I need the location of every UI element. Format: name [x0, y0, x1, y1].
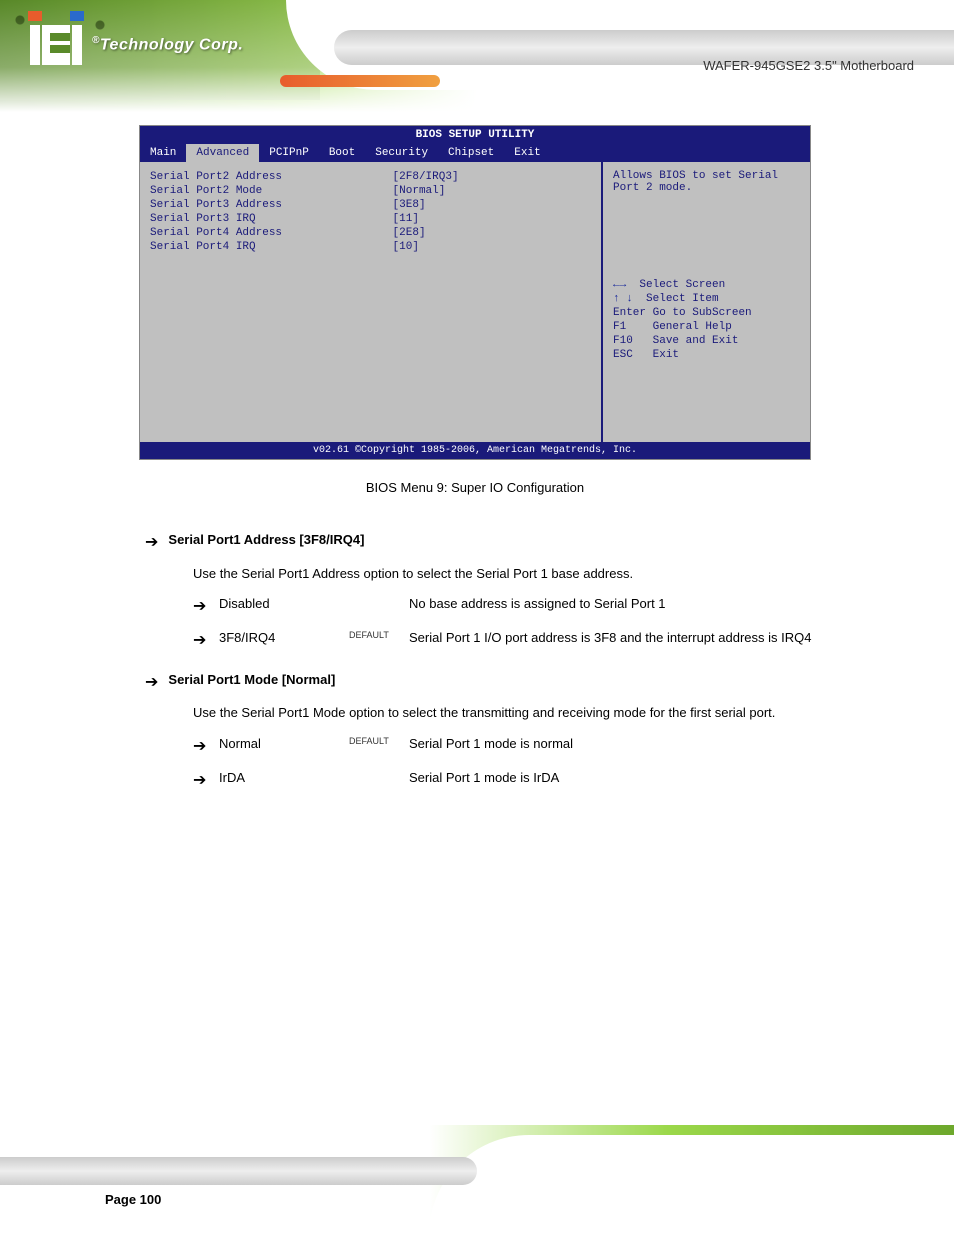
key-desc: Save and Exit	[653, 335, 739, 347]
option-value-row: ➔ Disabled No base address is assigned t…	[193, 594, 874, 620]
option-default-tag: DEFAULT	[349, 628, 399, 642]
key-desc: Select Item	[646, 293, 719, 305]
bullet-arrow-icon: ➔	[193, 628, 209, 654]
key-hint: ESC Exit	[613, 349, 800, 361]
option-heading: ➔ Serial Port1 Address [3F8/IRQ4]	[145, 530, 874, 556]
setting-row: Serial Port4 IRQ[10]	[150, 240, 591, 254]
option-value-row: ➔ 3F8/IRQ4 DEFAULT Serial Port 1 I/O por…	[193, 628, 874, 654]
key-hint: F10 Save and Exit	[613, 335, 800, 347]
key-hint: F1 General Help	[613, 321, 800, 333]
option-value-label: Normal	[219, 734, 339, 755]
brand-logo: ®Technology Corp.	[30, 25, 243, 65]
setting-row: Serial Port2 Address[2F8/IRQ3]	[150, 170, 591, 184]
bios-title: BIOS SETUP UTILITY	[140, 126, 810, 144]
option-value-text: Serial Port 1 I/O port address is 3F8 an…	[409, 628, 874, 649]
key-hint: ↑ ↓ Select Item	[613, 293, 800, 305]
bios-footer: v02.61 ©Copyright 1985-2006, American Me…	[140, 442, 810, 459]
setting-label: Serial Port4 IRQ	[150, 241, 393, 253]
option-name: Serial Port1 Mode [Normal]	[168, 670, 335, 691]
arrow-leftright-icon: ←→	[613, 279, 626, 291]
bios-body: Serial Port2 Address[2F8/IRQ3] Serial Po…	[140, 162, 810, 442]
setting-row: Serial Port3 IRQ[11]	[150, 212, 591, 226]
bios-tabs: Main Advanced PCIPnP Boot Security Chips…	[140, 144, 810, 162]
setting-value[interactable]: [10]	[393, 241, 591, 253]
doc-content: ➔ Serial Port1 Address [3F8/IRQ4] Use th…	[145, 530, 874, 809]
option-description: Use the Serial Port1 Address option to s…	[193, 564, 874, 585]
setting-label: Serial Port3 Address	[150, 199, 393, 211]
setting-row: Serial Port2 Mode[Normal]	[150, 184, 591, 198]
setting-label: Serial Port4 Address	[150, 227, 393, 239]
option-value-text: No base address is assigned to Serial Po…	[409, 594, 874, 615]
key-label: F10	[613, 335, 633, 347]
key-hint: ←→ Select Screen	[613, 279, 800, 291]
tab-security[interactable]: Security	[365, 144, 438, 162]
header-accent	[280, 75, 440, 87]
arrow-updown-icon: ↑ ↓	[613, 293, 633, 305]
brand-name: Technology Corp.	[100, 37, 243, 54]
option-heading: ➔ Serial Port1 Mode [Normal]	[145, 670, 874, 696]
option-value-label: Disabled	[219, 594, 339, 615]
tab-main[interactable]: Main	[140, 144, 186, 162]
option-value-text: Serial Port 1 mode is IrDA	[409, 768, 874, 789]
key-desc: Select Screen	[639, 279, 725, 291]
bios-help-text: Allows BIOS to set Serial Port 2 mode.	[613, 170, 800, 270]
page-number: Page 100	[105, 1192, 161, 1207]
tab-pcipnp[interactable]: PCIPnP	[259, 144, 319, 162]
bullet-arrow-icon: ➔	[145, 530, 158, 556]
footer-swoosh	[429, 1135, 954, 1235]
tab-chipset[interactable]: Chipset	[438, 144, 504, 162]
setting-value[interactable]: [2F8/IRQ3]	[393, 171, 591, 183]
product-name: WAFER-945GSE2 3.5" Motherboard	[703, 58, 914, 73]
setting-label: Serial Port3 IRQ	[150, 213, 393, 225]
footer-tube	[0, 1157, 477, 1185]
option-block: ➔ Serial Port1 Mode [Normal] Use the Ser…	[145, 670, 874, 794]
key-label: Enter	[613, 307, 646, 319]
setting-value[interactable]: [3E8]	[393, 199, 591, 211]
setting-row: Serial Port3 Address[3E8]	[150, 198, 591, 212]
setting-value[interactable]: [Normal]	[393, 185, 591, 197]
option-value-text: Serial Port 1 mode is normal	[409, 734, 874, 755]
option-value-label: 3F8/IRQ4	[219, 628, 339, 649]
option-block: ➔ Serial Port1 Address [3F8/IRQ4] Use th…	[145, 530, 874, 654]
setting-label: Serial Port2 Mode	[150, 185, 393, 197]
bullet-arrow-icon: ➔	[193, 768, 209, 794]
option-value-label: IrDA	[219, 768, 339, 789]
bios-key-hints: ←→ Select Screen ↑ ↓ Select Item Enter G…	[613, 277, 800, 363]
option-name: Serial Port1 Address [3F8/IRQ4]	[168, 530, 364, 551]
key-desc: Go to SubScreen	[653, 307, 752, 319]
setting-label: Serial Port2 Address	[150, 171, 393, 183]
setting-value[interactable]: [11]	[393, 213, 591, 225]
bullet-arrow-icon: ➔	[193, 734, 209, 760]
tab-boot[interactable]: Boot	[319, 144, 365, 162]
tab-advanced[interactable]: Advanced	[186, 144, 259, 162]
figure-caption: BIOS Menu 9: Super IO Configuration	[139, 480, 811, 495]
bullet-arrow-icon: ➔	[193, 594, 209, 620]
iei-logo-icon	[30, 25, 82, 65]
setting-row: Serial Port4 Address[2E8]	[150, 226, 591, 240]
brand-text: ®Technology Corp.	[92, 35, 243, 54]
key-label: ESC	[613, 349, 633, 361]
option-default-tag: DEFAULT	[349, 734, 399, 748]
setting-value[interactable]: [2E8]	[393, 227, 591, 239]
bios-setup-window: BIOS SETUP UTILITY Main Advanced PCIPnP …	[139, 125, 811, 460]
bios-settings-panel: Serial Port2 Address[2F8/IRQ3] Serial Po…	[140, 162, 603, 442]
option-value-row: ➔ IrDA Serial Port 1 mode is IrDA	[193, 768, 874, 794]
option-value-row: ➔ Normal DEFAULT Serial Port 1 mode is n…	[193, 734, 874, 760]
key-desc: General Help	[653, 321, 732, 333]
tab-exit[interactable]: Exit	[504, 144, 550, 162]
bios-help-panel: Allows BIOS to set Serial Port 2 mode. ←…	[603, 162, 810, 442]
registered-mark: ®	[92, 35, 100, 46]
key-label: F1	[613, 321, 626, 333]
bullet-arrow-icon: ➔	[145, 670, 158, 696]
key-hint: Enter Go to SubScreen	[613, 307, 800, 319]
key-desc: Exit	[653, 349, 679, 361]
option-description: Use the Serial Port1 Mode option to sele…	[193, 703, 874, 724]
